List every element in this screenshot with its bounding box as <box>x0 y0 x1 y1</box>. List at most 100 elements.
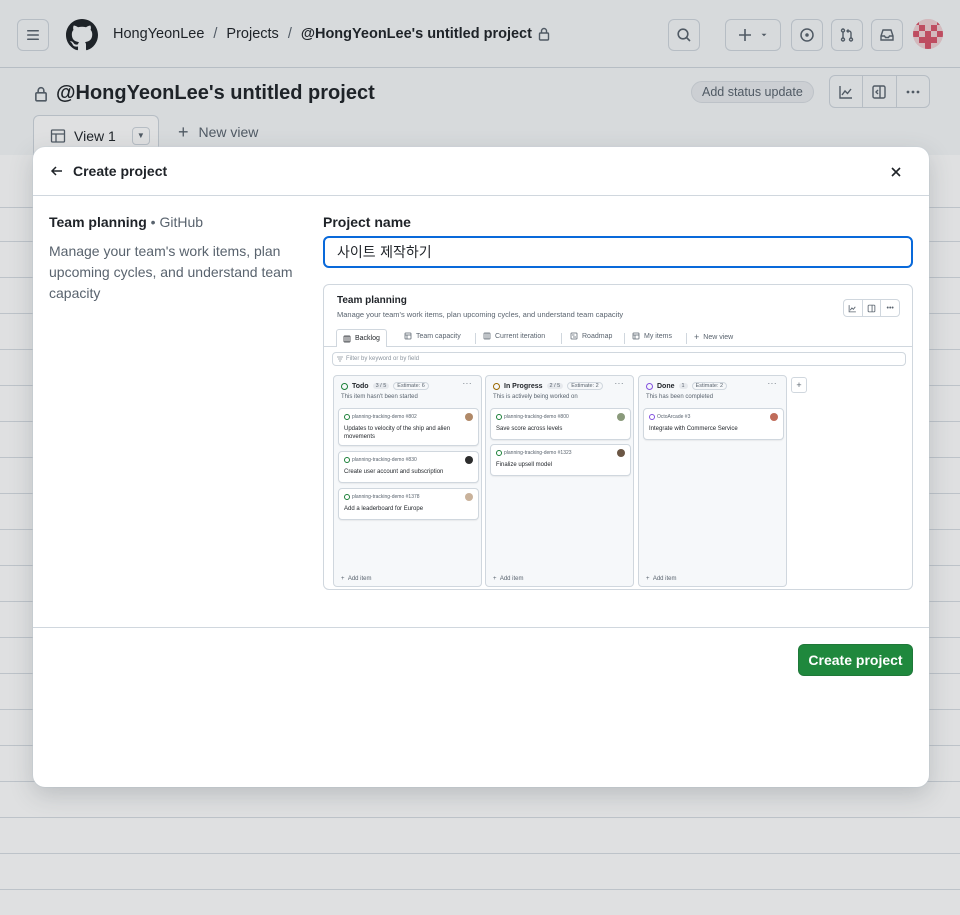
add-column-icon: + <box>791 377 807 393</box>
create-project-dialog: Create project Team planning • GitHub Ma… <box>33 147 929 787</box>
column-count: 2 / 5 <box>546 383 564 389</box>
add-item-link: + Add item <box>341 576 372 582</box>
project-name-input[interactable] <box>323 236 913 268</box>
column-description: This has been completed <box>646 394 714 400</box>
filter-icon <box>337 356 343 362</box>
column-description: This is actively being worked on <box>493 394 578 400</box>
preview-tab-new-view: + New view <box>694 332 733 342</box>
column-name: In Progress <box>504 382 543 390</box>
add-item-label: Add item <box>347 576 372 582</box>
add-item-label: Add item <box>499 576 524 582</box>
preview-tabs: Backlog Team capacity Current iteration … <box>324 329 912 347</box>
card-ref-text: OctoArcade #3 <box>657 414 691 420</box>
card-title: Finalize upsell model <box>496 462 553 468</box>
preview-tab-roadmap: Roadmap <box>570 332 612 340</box>
preview-title: Team planning <box>337 295 407 306</box>
preview-filter-bar: Filter by keyword or by field <box>332 352 906 366</box>
assignee-avatar <box>770 413 778 421</box>
preview-tab-label: Roadmap <box>582 332 613 340</box>
preview-card: planning-tracking-demo #830 Create user … <box>338 451 479 483</box>
assignee-avatar <box>465 456 473 464</box>
board-icon <box>483 332 491 340</box>
preview-card: planning-tracking-demo #802 Updates to v… <box>338 408 479 446</box>
issue-open-icon <box>344 494 350 500</box>
column-menu-icon: ··· <box>614 379 624 388</box>
preview-kebab-icon: ••• <box>886 304 894 312</box>
issue-open-icon <box>496 450 502 456</box>
template-description: Manage your team's work items, plan upco… <box>49 243 293 301</box>
dialog-title: Create project <box>73 163 168 179</box>
add-item-link: + Add item <box>646 576 677 582</box>
dialog-footer-divider <box>33 627 929 628</box>
column-header: In Progress 2 / 5 Estimate: 2 <box>493 382 603 390</box>
preview-filter-placeholder: Filter by keyword or by field <box>346 356 420 362</box>
column-menu-icon: ··· <box>462 379 472 388</box>
preview-tab-label: Current iteration <box>495 332 546 340</box>
card-ref-text: planning-tracking-demo #1378 <box>352 494 420 500</box>
assignee-avatar <box>617 449 625 457</box>
card-ref-text: planning-tracking-demo #802 <box>352 414 417 420</box>
card-title: Save score across levels <box>496 426 563 432</box>
preview-graph-icon <box>844 300 863 316</box>
project-name-label: Project name <box>323 214 411 230</box>
column-menu-icon: ··· <box>767 379 777 388</box>
preview-tab-label: Team capacity <box>416 332 461 340</box>
card-title: Integrate with Commerce Service <box>649 426 738 432</box>
template-name: Team planning • GitHub <box>49 214 203 230</box>
template-title: Team planning <box>49 214 147 230</box>
preview-tab-separator <box>561 333 562 344</box>
assignee-avatar <box>465 493 473 501</box>
preview-tab-label: Backlog <box>355 335 380 342</box>
table-icon <box>632 332 640 340</box>
plus-icon: + <box>694 332 700 342</box>
card-ref: planning-tracking-demo #830 <box>344 457 417 463</box>
status-dot-icon <box>646 382 653 390</box>
close-button[interactable] <box>884 163 908 181</box>
preview-tab-label: New view <box>703 333 734 341</box>
column-header: Todo 3 / 5 Estimate: 6 <box>341 382 429 390</box>
column-estimate: Estimate: 6 <box>393 382 429 390</box>
card-ref-text: planning-tracking-demo #1323 <box>504 450 572 456</box>
column-description: This item hasn't been started <box>341 394 418 400</box>
create-project-button[interactable]: Create project <box>798 644 913 676</box>
assignee-avatar <box>465 413 473 421</box>
preview-column-todo: Todo 3 / 5 Estimate: 6 ··· This item has… <box>333 375 482 587</box>
add-item-link: + Add item <box>493 576 524 582</box>
card-title: Create user account and subscription <box>344 469 444 475</box>
column-estimate: Estimate: 2 <box>567 382 603 390</box>
preview-tab-separator <box>686 333 687 344</box>
add-item-label: Add item <box>652 576 677 582</box>
preview-card: OctoArcade #3 Integrate with Commerce Se… <box>643 408 784 440</box>
preview-card: planning-tracking-demo #800 Save score a… <box>490 408 631 440</box>
template-preview: Team planning Manage your team's work it… <box>323 284 913 590</box>
preview-tab-my-items: My items <box>632 332 672 340</box>
board-icon <box>343 335 351 342</box>
card-title: Add a leaderboard for Europe <box>344 506 424 512</box>
preview-subtitle: Manage your team's work items, plan upco… <box>337 310 624 319</box>
status-dot-icon <box>341 382 348 390</box>
preview-card: planning-tracking-demo #1323 Finalize up… <box>490 444 631 476</box>
status-dot-icon <box>493 382 500 390</box>
roadmap-icon <box>570 332 578 340</box>
arrow-left-icon[interactable] <box>49 163 65 179</box>
template-source: GitHub <box>159 214 204 230</box>
column-name: Todo <box>352 382 369 390</box>
issue-open-icon <box>344 457 350 463</box>
preview-sidebar-icon <box>863 300 882 316</box>
preview-tab-current-iteration: Current iteration <box>483 332 545 340</box>
preview-tab-separator <box>624 333 625 344</box>
assignee-avatar <box>617 413 625 421</box>
card-ref: planning-tracking-demo #1378 <box>344 494 420 500</box>
preview-tab-backlog: Backlog <box>336 329 387 347</box>
dialog-header: Create project <box>33 147 929 196</box>
preview-tab-label: My items <box>644 332 672 340</box>
column-count: 3 / 5 <box>372 383 390 389</box>
card-title: Updates to velocity of the ship and alie… <box>344 426 451 440</box>
column-header: Done 1 Estimate: 2 <box>646 382 728 390</box>
preview-actions: ••• <box>843 299 900 317</box>
card-ref: planning-tracking-demo #1323 <box>496 450 572 456</box>
close-icon <box>891 167 901 177</box>
card-ref-text: planning-tracking-demo #800 <box>504 414 569 420</box>
card-ref: planning-tracking-demo #800 <box>496 414 569 420</box>
preview-tab-team-capacity: Team capacity <box>404 332 461 340</box>
